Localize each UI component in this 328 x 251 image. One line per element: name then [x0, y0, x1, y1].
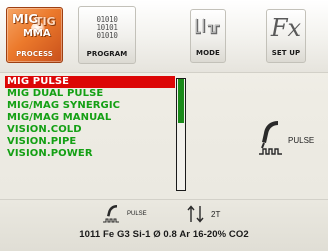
list-item-mig-pulse[interactable]: MIG PULSE [5, 76, 175, 88]
status-pulse: PULSE [102, 204, 162, 224]
process-list: MIG PULSE MIG DUAL PULSE MIG/MAG SYNERGI… [5, 76, 184, 189]
tab-process[interactable]: MIG TIG MMA PROCESS [6, 7, 63, 63]
status-pulse-label: PULSE [127, 211, 147, 217]
list-item-mig-mag-synergic[interactable]: MIG/MAG SYNERGIC [5, 100, 184, 112]
program-binary-icon: 01010 10101 01010 [96, 15, 118, 40]
list-item-vision-cold[interactable]: VISION.COLD [5, 124, 184, 136]
current-mode-label: PULSE [288, 136, 315, 145]
status-bar [0, 200, 328, 251]
list-item-vision-pipe[interactable]: VISION.PIPE [5, 136, 184, 148]
welder-process-screen: MIG TIG MMA PROCESS 01010 10101 01010 PR… [0, 0, 328, 251]
torch-pulse-icon [259, 121, 282, 155]
tab-process-label: PROCESS [16, 50, 53, 58]
tab-setup-label: SET UP [271, 49, 301, 57]
list-item-mig-mag-manual[interactable]: MIG/MAG MANUAL [5, 112, 184, 124]
fx-icon: Fx [270, 14, 302, 42]
welding-parameters: 1011 Fe G3 Si-1 Ø 0.8 Ar 16-20% CO2 [79, 229, 249, 240]
top-menu-bar: MIG TIG MMA PROCESS 01010 10101 01010 PR… [0, 0, 328, 73]
list-item-vision-power[interactable]: VISION.POWER [5, 148, 184, 160]
tab-program[interactable]: 01010 10101 01010 PROGRAM [78, 6, 136, 64]
list-item-mig-dual-pulse[interactable]: MIG DUAL PULSE [5, 88, 184, 100]
up-down-arrows-icon [187, 205, 204, 223]
tab-mode[interactable]: MODE [190, 9, 226, 63]
logo-text-mma: MMA [23, 28, 51, 39]
tab-setup[interactable]: Fx SET UP [266, 9, 306, 63]
logo-text-tig: TIG [35, 15, 56, 28]
trigger-mode-label: 2T [211, 210, 221, 219]
list-scrollbar[interactable] [176, 78, 186, 191]
status-trigger-mode: 2T [186, 204, 246, 224]
scrollbar-thumb[interactable] [178, 79, 184, 124]
mode-wave-icon [195, 18, 220, 35]
process-logo-icon: MIG TIG MMA [12, 12, 58, 48]
tab-program-label: PROGRAM [86, 50, 128, 58]
tab-mode-label: MODE [196, 49, 220, 57]
torch-pulse-icon [103, 205, 119, 223]
current-mode-indicator: PULSE [256, 118, 320, 158]
